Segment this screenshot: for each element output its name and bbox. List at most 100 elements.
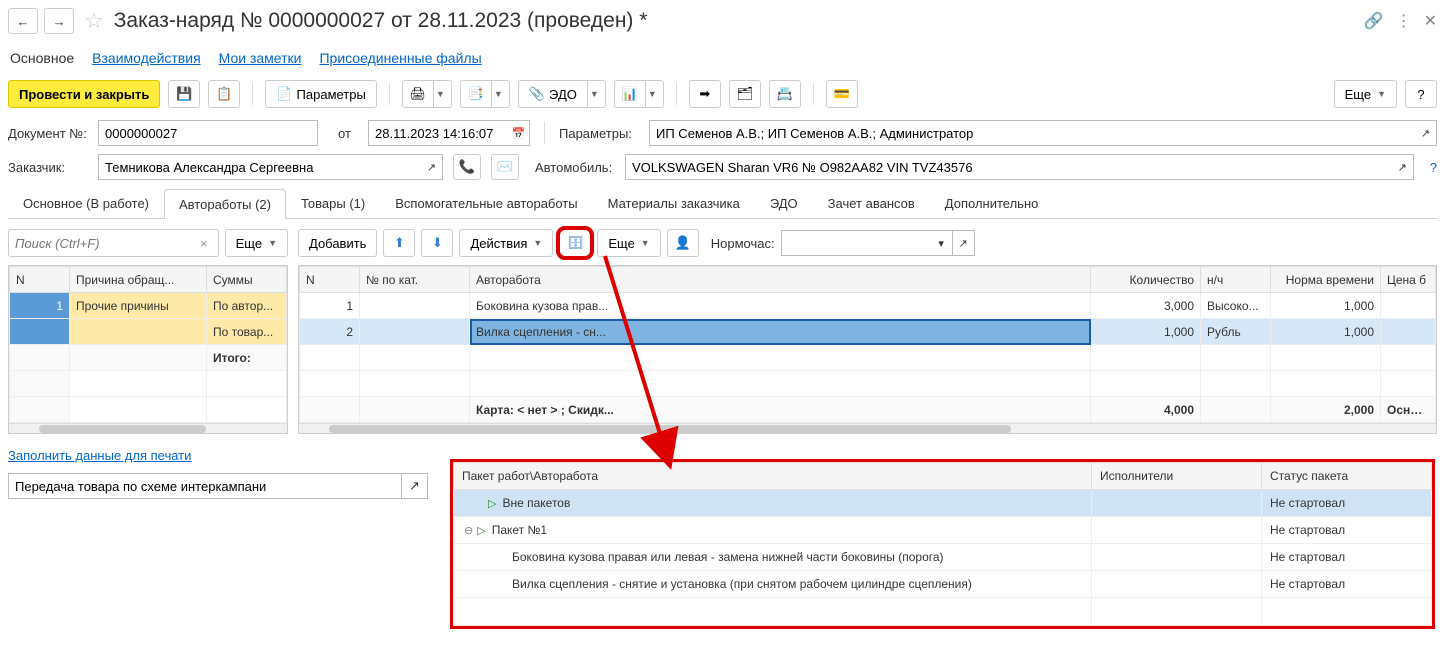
right-more-button[interactable]: Еще ▼ xyxy=(597,229,660,257)
normhour-label: Нормочас: xyxy=(711,236,775,251)
open-icon[interactable]: ↗ xyxy=(1392,154,1414,180)
separator xyxy=(252,83,253,105)
params-label: Параметры xyxy=(297,87,366,102)
subtab-extra[interactable]: Дополнительно xyxy=(930,188,1054,218)
calendar-icon[interactable]: 📅 xyxy=(508,120,530,146)
actions-button[interactable]: Действия ▼ xyxy=(459,229,553,257)
table-row[interactable] xyxy=(10,371,287,397)
col-n[interactable]: N xyxy=(300,267,360,293)
tree-row[interactable]: ⊖▷Пакет №1Не стартовал xyxy=(454,517,1432,544)
create-based-menu[interactable]: ▼ xyxy=(492,80,510,108)
post-close-button[interactable]: Провести и закрыть xyxy=(8,80,160,108)
save-button[interactable]: 💾 xyxy=(168,80,200,108)
col-cat[interactable]: № по кат. xyxy=(360,267,470,293)
create-based-button[interactable]: 📑 xyxy=(460,80,492,108)
from-label: от xyxy=(338,126,358,141)
col-reason[interactable]: Причина обращ... xyxy=(70,267,207,293)
open-icon[interactable]: ↗ xyxy=(1415,120,1437,146)
car-help-icon[interactable]: ? xyxy=(1430,160,1437,175)
add-button[interactable]: Добавить xyxy=(298,229,377,257)
action4-button[interactable]: 💳 xyxy=(826,80,858,108)
nav-files[interactable]: Присоединенные файлы xyxy=(319,50,481,66)
back-button[interactable]: ← xyxy=(8,8,38,34)
transfer-input[interactable] xyxy=(8,473,402,499)
table-row[interactable]: По товар... xyxy=(10,319,287,345)
tree-row[interactable]: ▷Вне пакетовНе стартовал xyxy=(454,490,1432,517)
subtab-advance[interactable]: Зачет авансов xyxy=(813,188,930,218)
table-row[interactable]: 1 Прочие причины По автор... xyxy=(10,293,287,319)
report-menu[interactable]: ▼ xyxy=(646,80,664,108)
table-row[interactable] xyxy=(300,345,1436,371)
edo-button[interactable]: 📎 ЭДО xyxy=(518,80,588,108)
subtab-works[interactable]: Автоработы (2) xyxy=(164,189,286,219)
subtab-goods[interactable]: Товары (1) xyxy=(286,188,380,218)
h-scrollbar[interactable] xyxy=(9,423,287,433)
close-icon[interactable]: ✕ xyxy=(1424,11,1437,31)
col-time[interactable]: Норма времени xyxy=(1271,267,1381,293)
more-vert-icon[interactable]: ⋮ xyxy=(1396,11,1412,31)
open-icon[interactable]: ↗ xyxy=(953,230,975,256)
action3-button[interactable]: 📇 xyxy=(769,80,801,108)
clear-search-icon[interactable]: × xyxy=(196,236,212,251)
col-status[interactable]: Статус пакета xyxy=(1262,463,1432,490)
col-pack[interactable]: Пакет работ\Авторабота xyxy=(454,463,1092,490)
report-button[interactable]: 📊 xyxy=(614,80,646,108)
move-up-button[interactable]: ⬆ xyxy=(383,229,415,257)
subtab-main[interactable]: Основное (В работе) xyxy=(8,188,164,218)
doc-number-input[interactable] xyxy=(98,120,318,146)
favorite-icon[interactable]: ☆ xyxy=(84,8,104,34)
separator xyxy=(813,83,814,105)
help-button[interactable]: ? xyxy=(1405,80,1437,108)
search-box[interactable]: × xyxy=(8,229,219,257)
table-row[interactable]: 2 Вилка сцепления - сн... 1,000 Рубль 1,… xyxy=(300,319,1436,345)
call-button[interactable]: 📞 xyxy=(453,154,481,180)
link-icon[interactable]: 🔗 xyxy=(1364,11,1384,31)
more-button[interactable]: Еще ▼ xyxy=(1334,80,1397,108)
table-row[interactable] xyxy=(10,397,287,423)
print-data-link[interactable]: Заполнить данные для печати xyxy=(8,448,191,463)
packages-button[interactable]: 🗄 xyxy=(559,229,591,257)
print-button[interactable]: 🖨 xyxy=(402,80,434,108)
search-input[interactable] xyxy=(15,236,196,251)
print-menu[interactable]: ▼ xyxy=(434,80,452,108)
edo-menu[interactable]: ▼ xyxy=(588,80,606,108)
subtab-edo[interactable]: ЭДО xyxy=(755,188,813,218)
col-nh[interactable]: н/ч xyxy=(1201,267,1271,293)
h-scrollbar[interactable] xyxy=(299,423,1436,433)
col-qty[interactable]: Количество xyxy=(1091,267,1201,293)
subtab-aux[interactable]: Вспомогательные автоработы xyxy=(380,188,592,218)
col-work[interactable]: Авторабота xyxy=(470,267,1091,293)
action2-button[interactable]: 🗂 xyxy=(729,80,761,108)
move-down-button[interactable]: ⬇ xyxy=(421,229,453,257)
nav-notes[interactable]: Мои заметки xyxy=(219,50,302,66)
tree-row[interactable]: Боковина кузова правая или левая - замен… xyxy=(454,544,1432,571)
car-input[interactable] xyxy=(625,154,1392,180)
left-more-button[interactable]: Еще ▼ xyxy=(225,229,288,257)
tree-row[interactable]: Вилка сцепления - снятие и установка (пр… xyxy=(454,571,1432,598)
table-row-total[interactable]: Итого: xyxy=(10,345,287,371)
dropdown-icon[interactable]: ▾ xyxy=(931,230,953,256)
open-icon[interactable]: ↗ xyxy=(421,154,443,180)
col-sums[interactable]: Суммы xyxy=(207,267,287,293)
forward-button[interactable]: → xyxy=(44,8,74,34)
col-exec[interactable]: Исполнители xyxy=(1092,463,1262,490)
nav-interactions[interactable]: Взаимодействия xyxy=(92,50,201,66)
reasons-grid[interactable]: N Причина обращ... Суммы 1 Прочие причин… xyxy=(8,265,288,434)
table-row[interactable] xyxy=(300,371,1436,397)
table-row[interactable]: 1 Боковина кузова прав... 3,000 Высоко..… xyxy=(300,293,1436,319)
customer-input[interactable] xyxy=(98,154,421,180)
normhour-input[interactable] xyxy=(781,230,931,256)
action1-button[interactable]: ➡ xyxy=(689,80,721,108)
mail-button[interactable]: ✉️ xyxy=(491,154,519,180)
post-button[interactable]: 📋 xyxy=(208,80,240,108)
executor-button[interactable]: 👤 xyxy=(667,229,699,257)
col-price[interactable]: Цена б xyxy=(1381,267,1436,293)
params-button[interactable]: 📄 Параметры xyxy=(265,80,377,108)
date-input[interactable] xyxy=(368,120,508,146)
works-grid[interactable]: N № по кат. Авторабота Количество н/ч Но… xyxy=(298,265,1437,434)
open-icon[interactable]: ↗ xyxy=(402,473,428,499)
subtab-materials[interactable]: Материалы заказчика xyxy=(593,188,755,218)
nav-main[interactable]: Основное xyxy=(10,50,74,66)
params-input[interactable] xyxy=(649,120,1415,146)
col-n[interactable]: N xyxy=(10,267,70,293)
